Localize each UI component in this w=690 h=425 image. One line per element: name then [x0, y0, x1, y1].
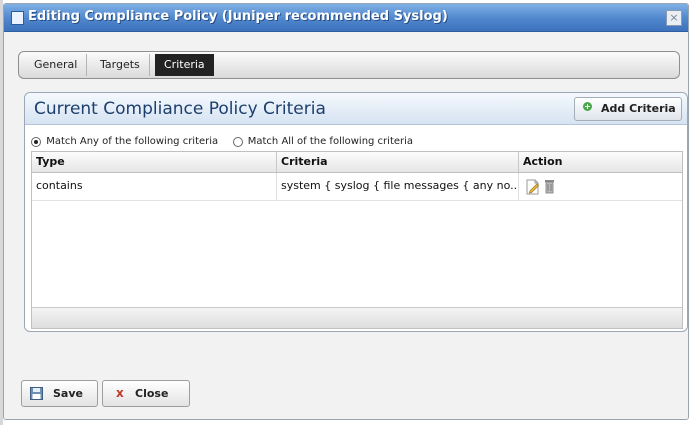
column-action[interactable]: Action — [519, 152, 673, 172]
save-label: Save — [53, 387, 83, 400]
close-label: Close — [135, 387, 169, 400]
save-icon — [30, 387, 43, 403]
column-criteria[interactable]: Criteria — [277, 152, 517, 172]
match-options: Match Any of the following criteria Matc… — [31, 136, 413, 150]
close-window-icon[interactable]: × — [666, 10, 682, 26]
table-row[interactable]: contains system { syslog { file messages… — [32, 173, 682, 201]
criteria-table: Type Criteria Action contains system { s… — [31, 151, 683, 329]
delete-icon[interactable] — [544, 179, 555, 197]
close-icon: x — [116, 386, 124, 400]
match-any-label[interactable]: Match Any of the following criteria — [46, 136, 218, 147]
title-bar[interactable]: Editing Compliance Policy (Juniper recom… — [4, 4, 688, 32]
close-button[interactable]: x Close — [102, 380, 190, 407]
window-title: Editing Compliance Policy (Juniper recom… — [28, 9, 448, 24]
table-header: Type Criteria Action — [32, 152, 682, 173]
add-criteria-button[interactable]: + Add Criteria — [574, 97, 682, 121]
add-criteria-label: Add Criteria — [601, 102, 676, 115]
tab-general[interactable]: General — [25, 54, 88, 76]
criteria-panel: Current Compliance Policy Criteria + Add… — [24, 92, 688, 332]
panel-header: Current Compliance Policy Criteria + Add… — [25, 93, 687, 125]
add-icon: + — [583, 102, 592, 111]
match-any-radio[interactable] — [31, 136, 41, 147]
edit-icon[interactable] — [526, 179, 540, 198]
match-all-radio[interactable] — [232, 136, 243, 147]
tab-targets[interactable]: Targets — [91, 54, 150, 76]
column-type[interactable]: Type — [32, 152, 276, 172]
table-footer — [32, 307, 682, 328]
window-icon — [11, 11, 24, 25]
row-type: contains — [36, 179, 83, 192]
tab-criteria[interactable]: Criteria — [155, 54, 214, 76]
row-criteria: system { syslog { file messages { any no… — [281, 179, 517, 192]
compliance-policy-dialog: Editing Compliance Policy (Juniper recom… — [3, 3, 689, 420]
panel-title: Current Compliance Policy Criteria — [34, 99, 326, 119]
tab-bar: General Targets Criteria — [18, 51, 680, 79]
match-all-label[interactable]: Match All of the following criteria — [248, 136, 413, 147]
save-button[interactable]: Save — [21, 380, 98, 407]
